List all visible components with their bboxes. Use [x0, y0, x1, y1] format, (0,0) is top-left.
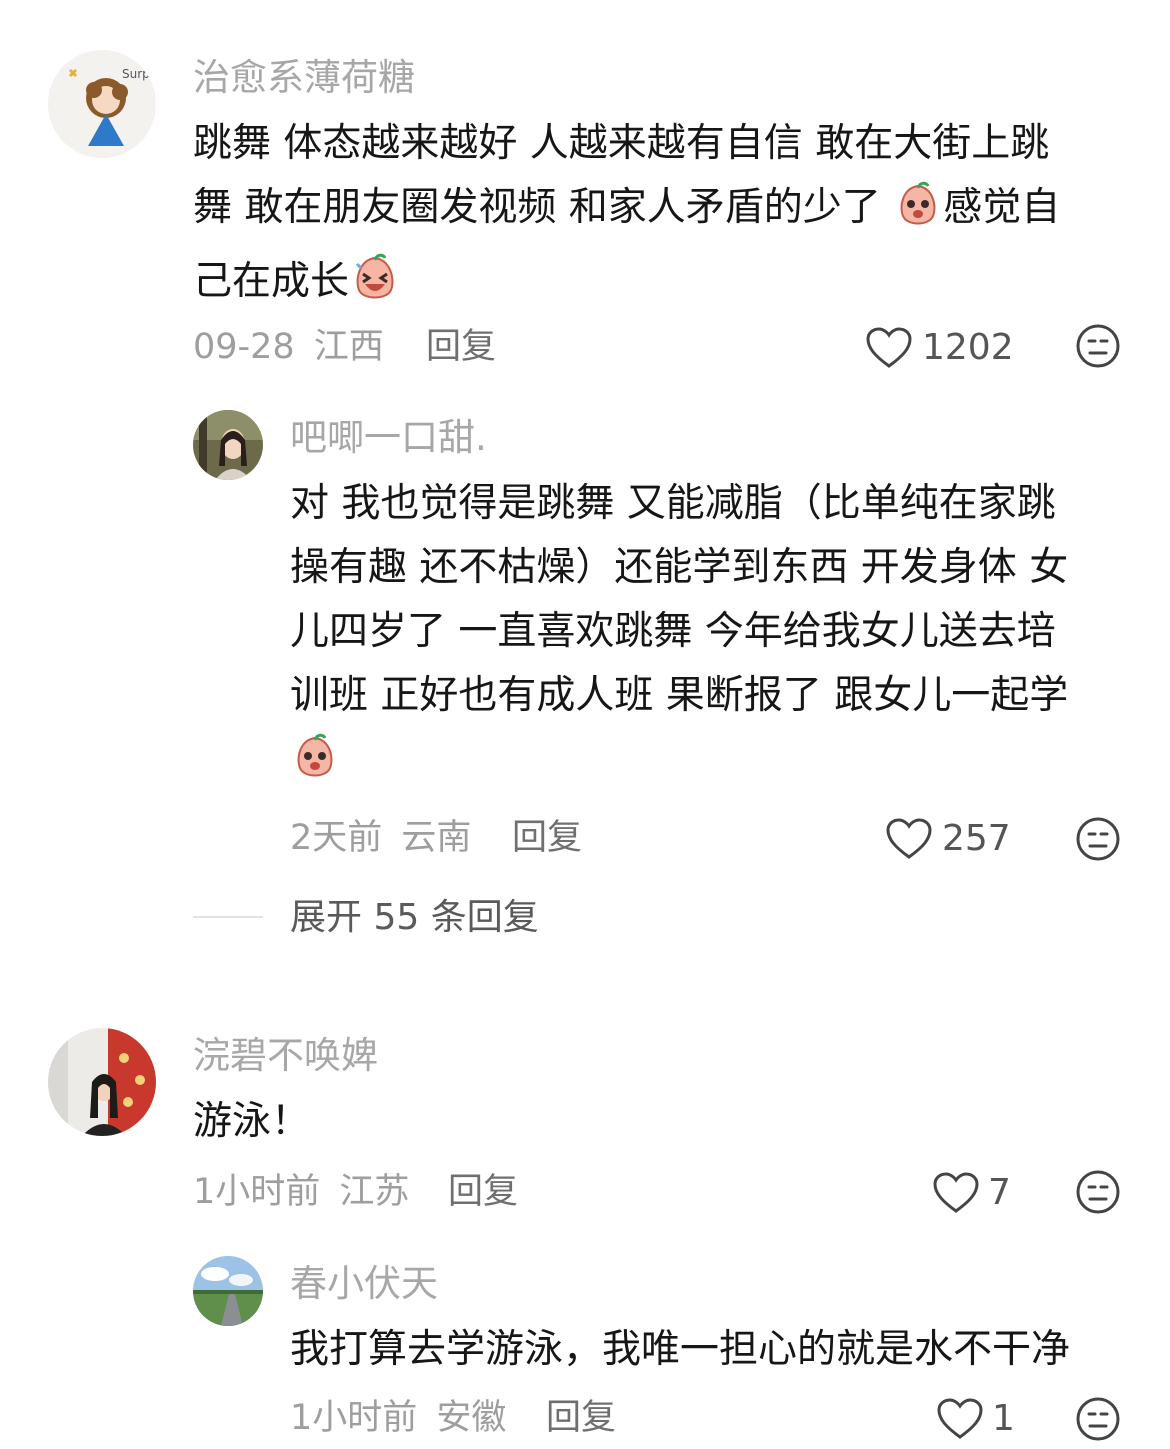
comment-meta: 09-28 江西: [193, 325, 384, 369]
reply-text: 我打算去学游泳，我唯一担心的就是水不干净: [290, 1327, 1071, 1372]
reply-date: 2天前: [290, 818, 383, 858]
comment-location: 江苏: [339, 1172, 410, 1212]
reply-button[interactable]: 回复: [448, 1170, 518, 1214]
reply-button[interactable]: 回复: [426, 325, 496, 369]
comment-date: 1小时前: [193, 1172, 321, 1212]
comment-text: 跳舞 体态越来越好 人越来越有自信 敢在大街上跳 舞 敢在朋友圈发视频 和家人矛…: [193, 112, 1133, 324]
avatar[interactable]: [48, 1028, 156, 1136]
meh-face-icon[interactable]: [1075, 1396, 1121, 1442]
reply-date: 1小时前: [290, 1398, 418, 1438]
reply-meta: 2天前 云南: [290, 816, 471, 860]
reply-text: 对 我也觉得是跳舞 又能减脂（比单纯在家跳 操有趣 还不枯燥）还能学到东西 开发…: [290, 472, 1150, 802]
avatar[interactable]: [193, 1256, 263, 1326]
reply-username[interactable]: 春小伏天: [290, 1262, 438, 1306]
comment-text-line: 跳舞 体态越来越好 人越来越有自信 敢在大街上跳: [193, 121, 1050, 166]
avatar[interactable]: Surp: [48, 50, 156, 158]
svg-text:Surp: Surp: [122, 67, 150, 81]
meh-face-icon[interactable]: [1075, 323, 1121, 369]
heart-outline-icon[interactable]: [885, 817, 933, 861]
peach-shy-emoji: [290, 732, 340, 802]
comment-username[interactable]: 治愈系薄荷糖: [193, 56, 415, 100]
heart-outline-icon[interactable]: [936, 1397, 984, 1441]
like-count: 1: [992, 1398, 1015, 1439]
reply-button[interactable]: 回复: [512, 816, 582, 860]
reply-button[interactable]: 回复: [546, 1396, 616, 1440]
peach-laugh-emoji: [349, 252, 401, 324]
comment-text-line: 舞 敢在朋友圈发视频 和家人矛盾的少了 感觉自: [193, 176, 1133, 250]
reply-location: 云南: [401, 818, 472, 858]
peach-shy-emoji: [893, 180, 943, 250]
comment-text: 游泳！: [193, 1099, 311, 1144]
reply-text-line: 操有趣 还不枯燥）还能学到东西 开发身体 女: [290, 545, 1069, 590]
reply-location: 安徽: [436, 1398, 507, 1438]
like-count: 1202: [922, 327, 1014, 368]
like-count: 7: [988, 1172, 1011, 1213]
comment-text-line: 己在成长: [193, 250, 1133, 324]
meh-face-icon[interactable]: [1075, 1169, 1121, 1215]
comment-date: 09-28: [193, 327, 295, 367]
meh-face-icon[interactable]: [1075, 816, 1121, 862]
avatar[interactable]: [193, 410, 263, 480]
expand-divider: [193, 916, 263, 918]
reply-text-line: 儿四岁了 一直喜欢跳舞 今年给我女儿送去培: [290, 609, 1056, 654]
comment-username[interactable]: 浣碧不唤婢: [193, 1034, 378, 1078]
heart-outline-icon[interactable]: [932, 1171, 980, 1215]
reply-username[interactable]: 吧唧一口甜.: [290, 416, 487, 460]
reply-text-line: [290, 728, 1150, 802]
comment-meta: 1小时前 江苏: [193, 1170, 409, 1214]
expand-replies-button[interactable]: 展开 55 条回复: [290, 896, 539, 940]
reply-meta: 1小时前 安徽: [290, 1396, 506, 1440]
like-count: 257: [942, 818, 1011, 859]
heart-outline-icon[interactable]: [865, 326, 913, 370]
reply-text-line: 训班 正好也有成人班 果断报了 跟女儿一起学: [290, 673, 1069, 718]
comment-location: 江西: [313, 327, 384, 367]
reply-text-line: 对 我也觉得是跳舞 又能减脂（比单纯在家跳: [290, 481, 1056, 526]
